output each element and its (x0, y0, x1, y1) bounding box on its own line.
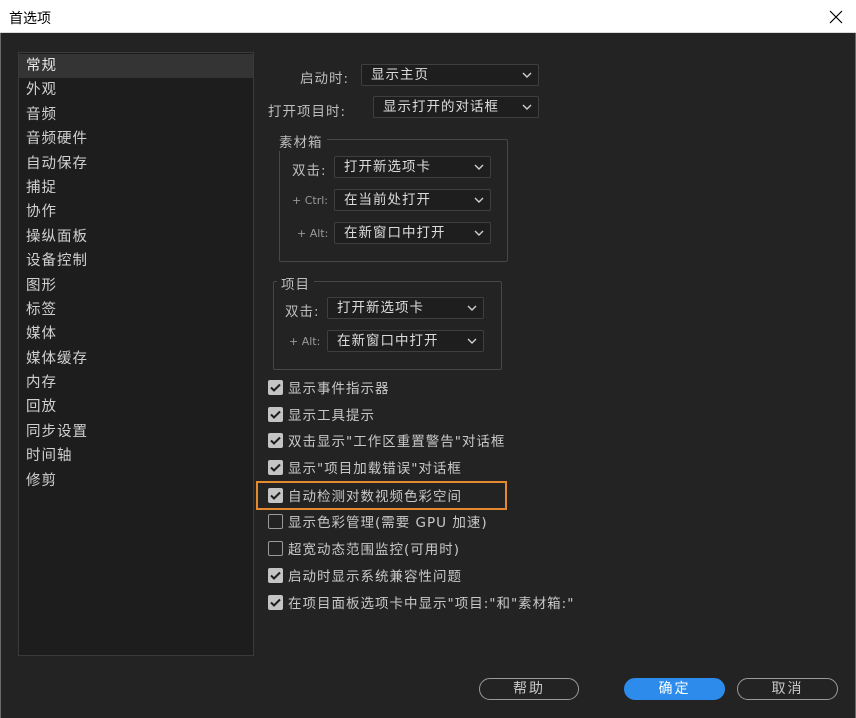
checkbox[interactable] (268, 540, 283, 556)
cancel-button[interactable]: 取消 (737, 678, 838, 700)
project-alt-value: 在新窗口中打开 (337, 333, 439, 349)
checkmark-icon (270, 436, 281, 445)
window-border-left (0, 33, 1, 718)
checkmark-icon (270, 383, 281, 392)
bins-alt-dropdown[interactable]: 在新窗口中打开 (334, 222, 491, 244)
bins-double-click-label: 双击: (292, 163, 327, 179)
help-button[interactable]: 帮助 (479, 678, 579, 700)
sidebar-item-audio-hardware[interactable]: 音频硬件 (19, 127, 253, 151)
checkbox-label: 超宽动态范围监控(可用时) (288, 542, 461, 558)
chevron-down-icon (467, 338, 477, 344)
bins-ctrl-label: + Ctrl: (292, 194, 328, 207)
open-project-label: 打开项目时: (268, 104, 347, 120)
sidebar-item-graphics[interactable]: 图形 (19, 274, 253, 298)
bins-ctrl-dropdown[interactable]: 在当前处打开 (334, 189, 491, 211)
bins-alt-label: + Alt: (297, 227, 329, 240)
sidebar-item-auto-save[interactable]: 自动保存 (19, 152, 253, 176)
checkbox-label: 显示色彩管理(需要 GPU 加速) (288, 515, 488, 531)
checkbox-row-color-management[interactable]: 显示色彩管理(需要 GPU 加速) (268, 511, 488, 531)
sidebar-item-labels[interactable]: 标签 (19, 298, 253, 322)
checkbox-label: 显示事件指示器 (288, 381, 390, 397)
checkbox[interactable] (268, 406, 283, 422)
sidebar-item-media[interactable]: 媒体 (19, 322, 253, 346)
close-button[interactable] (816, 0, 856, 33)
project-alt-dropdown[interactable]: 在新窗口中打开 (327, 330, 484, 352)
chevron-down-icon (474, 164, 484, 170)
sidebar-item-appearance[interactable]: 外观 (19, 78, 253, 102)
checkbox[interactable] (268, 379, 283, 395)
checkbox-row-project-load-errors[interactable]: 显示"项目加载错误"对话框 (268, 457, 462, 477)
sidebar-item-trim[interactable]: 修剪 (19, 469, 253, 493)
checkbox-label: 在项目面板选项卡中显示"项目:"和"素材箱:" (288, 596, 575, 612)
title-bar: 首选项 (0, 0, 856, 33)
sidebar-item-media-cache[interactable]: 媒体缓存 (19, 347, 253, 371)
checkmark-icon (270, 598, 281, 607)
project-alt-label: + Alt: (289, 335, 321, 348)
chevron-down-icon (522, 104, 532, 110)
checkmark-icon (270, 410, 281, 419)
checkmark-icon (270, 571, 281, 580)
startup-label: 启动时: (300, 71, 350, 87)
checkbox[interactable] (268, 513, 283, 529)
bins-double-click-dropdown[interactable]: 打开新选项卡 (334, 156, 491, 178)
checkbox-row-tooltips[interactable]: 显示工具提示 (268, 404, 375, 424)
chevron-down-icon (474, 230, 484, 236)
category-list: 常规 外观 音频 音频硬件 自动保存 捕捉 协作 操纵面板 设备控制 图形 标签… (18, 52, 254, 656)
window-title: 首选项 (9, 11, 51, 27)
sidebar-item-memory[interactable]: 内存 (19, 371, 253, 395)
sidebar-item-sync-settings[interactable]: 同步设置 (19, 420, 253, 444)
ok-button[interactable]: 确定 (624, 678, 725, 700)
checkbox-row-event-indicators[interactable]: 显示事件指示器 (268, 377, 390, 397)
checkmark-icon (270, 463, 281, 472)
sidebar-item-control-surface[interactable]: 操纵面板 (19, 225, 253, 249)
chevron-down-icon (522, 72, 532, 78)
checkbox-label: 显示"项目加载错误"对话框 (288, 461, 462, 477)
checkbox-row-system-compatibility[interactable]: 启动时显示系统兼容性问题 (268, 565, 462, 585)
project-double-click-value: 打开新选项卡 (337, 300, 424, 316)
checkbox[interactable] (268, 459, 283, 475)
sidebar-item-timeline[interactable]: 时间轴 (19, 444, 253, 468)
checkbox-row-workspace-reset-warning[interactable]: 双击显示"工作区重置警告"对话框 (268, 430, 505, 450)
chevron-down-icon (474, 197, 484, 203)
checkbox-row-show-project-bin-prefix[interactable]: 在项目面板选项卡中显示"项目:"和"素材箱:" (268, 592, 574, 612)
bins-alt-value: 在新窗口中打开 (344, 225, 446, 241)
project-group-title: 项目 (277, 273, 314, 293)
sidebar-item-general[interactable]: 常规 (19, 54, 253, 79)
startup-dropdown[interactable]: 显示主页 (361, 64, 539, 86)
highlight-box (256, 481, 507, 510)
project-group (273, 281, 502, 370)
sidebar-item-audio[interactable]: 音频 (19, 103, 253, 127)
checkbox-label: 显示工具提示 (288, 408, 375, 424)
close-icon (829, 10, 843, 23)
checkbox-label: 双击显示"工作区重置警告"对话框 (288, 434, 506, 450)
sidebar-item-playback[interactable]: 回放 (19, 395, 253, 419)
open-project-value: 显示打开的对话框 (383, 99, 499, 115)
startup-value: 显示主页 (371, 67, 429, 83)
project-double-click-label: 双击: (285, 304, 320, 320)
checkbox[interactable] (268, 432, 283, 448)
checkbox-label: 启动时显示系统兼容性问题 (288, 569, 462, 585)
checkbox[interactable] (268, 594, 283, 610)
bins-ctrl-value: 在当前处打开 (344, 192, 431, 208)
sidebar-item-capture[interactable]: 捕捉 (19, 176, 253, 200)
bins-group-title: 素材箱 (275, 131, 327, 151)
open-project-dropdown[interactable]: 显示打开的对话框 (373, 96, 539, 118)
chevron-down-icon (467, 305, 477, 311)
project-double-click-dropdown[interactable]: 打开新选项卡 (327, 297, 484, 319)
bins-double-click-value: 打开新选项卡 (344, 159, 431, 175)
sidebar-item-device-control[interactable]: 设备控制 (19, 249, 253, 273)
checkbox[interactable] (268, 567, 283, 583)
sidebar-item-collaboration[interactable]: 协作 (19, 200, 253, 224)
checkbox-row-hdr-monitoring[interactable]: 超宽动态范围监控(可用时) (268, 538, 460, 558)
